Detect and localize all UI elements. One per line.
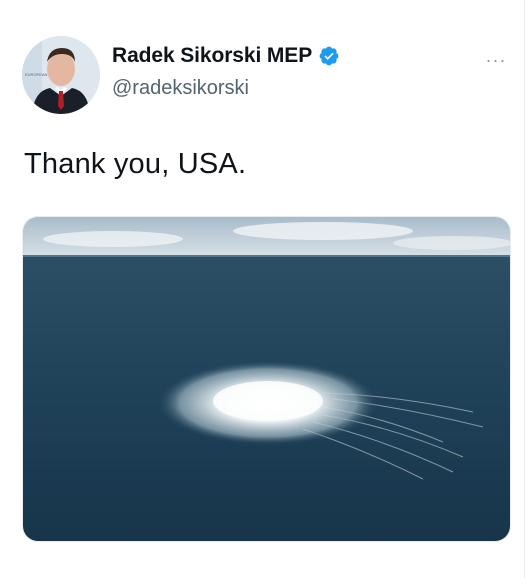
- author-name-row: Radek Sikorski MEP: [112, 44, 340, 68]
- author-avatar[interactable]: EUROPEAN: [22, 36, 100, 114]
- avatar-portrait-icon: EUROPEAN: [22, 36, 100, 114]
- author-display-name[interactable]: Radek Sikorski MEP: [112, 44, 312, 68]
- tweet-media-photo[interactable]: [22, 216, 511, 542]
- tweet-card: EUROPEAN Radek Sikorski MEP @radeksikors…: [0, 0, 531, 578]
- svg-text:EUROPEAN: EUROPEAN: [25, 72, 48, 77]
- verified-badge-icon: [319, 46, 339, 66]
- right-divider: [524, 0, 525, 578]
- sea-photo-icon: [23, 217, 510, 541]
- more-options-button[interactable]: ···: [480, 50, 512, 70]
- author-handle[interactable]: @radeksikorski: [112, 77, 249, 100]
- tweet-text: Thank you, USA.: [24, 148, 247, 180]
